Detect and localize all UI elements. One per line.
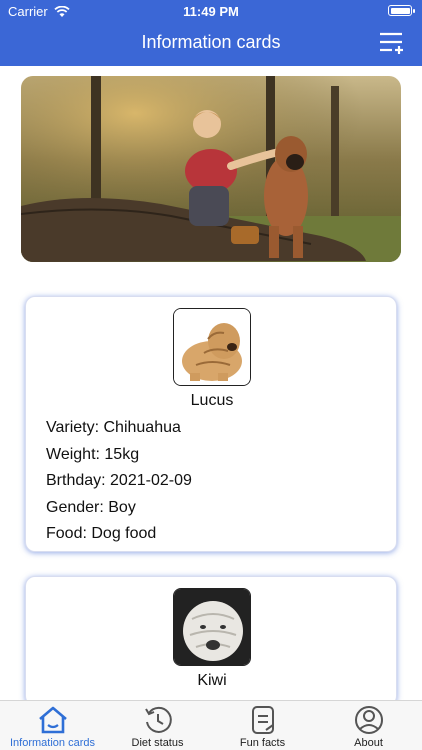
- tab-bar: Information cards Diet status Fun facts …: [0, 700, 422, 750]
- girl-with-dog-photo: [21, 76, 401, 262]
- list-filter-icon[interactable]: [378, 30, 404, 56]
- navigation-header: Carrier 11:49 PM Information cards: [0, 0, 422, 66]
- pet-avatar: [173, 588, 251, 666]
- pet-avatar: [173, 308, 251, 386]
- pet-card[interactable]: Kiwi: [25, 576, 397, 706]
- document-icon: [251, 706, 274, 734]
- battery-icon: [388, 5, 415, 16]
- pet-gender: Gender: Boy: [46, 499, 136, 516]
- status-time: 11:49 PM: [183, 4, 239, 19]
- hero-image: [21, 76, 401, 262]
- white-shar-pei-photo: [174, 589, 250, 665]
- tab-label: Diet status: [131, 737, 184, 749]
- history-icon: [144, 706, 172, 733]
- pet-name: Lucus: [190, 392, 234, 409]
- tab-information-cards[interactable]: Information cards: [0, 705, 105, 750]
- person-icon: [354, 706, 383, 734]
- pet-weight: Weight: 15kg: [46, 446, 140, 463]
- tab-label: Fun facts: [239, 737, 286, 749]
- pet-card[interactable]: Lucus Variety: Chihuahua Weight: 15kg Br…: [25, 296, 397, 552]
- page-title: Information cards: [141, 32, 281, 52]
- status-bar: Carrier 11:49 PM: [0, 0, 422, 22]
- pet-variety: Variety: Chihuahua: [46, 419, 181, 436]
- tab-label: Information cards: [10, 737, 95, 749]
- tab-about[interactable]: About: [316, 705, 421, 750]
- pet-birthday: Brthday: 2021-02-09: [46, 472, 192, 489]
- tab-diet-status[interactable]: Diet status: [105, 705, 210, 750]
- shar-pei-puppy-photo: [174, 309, 250, 385]
- pet-name: Kiwi: [197, 672, 227, 689]
- pet-food: Food: Dog food: [46, 525, 157, 542]
- tab-label: About: [354, 737, 383, 749]
- tab-fun-facts[interactable]: Fun facts: [210, 705, 315, 750]
- home-icon: [38, 706, 67, 734]
